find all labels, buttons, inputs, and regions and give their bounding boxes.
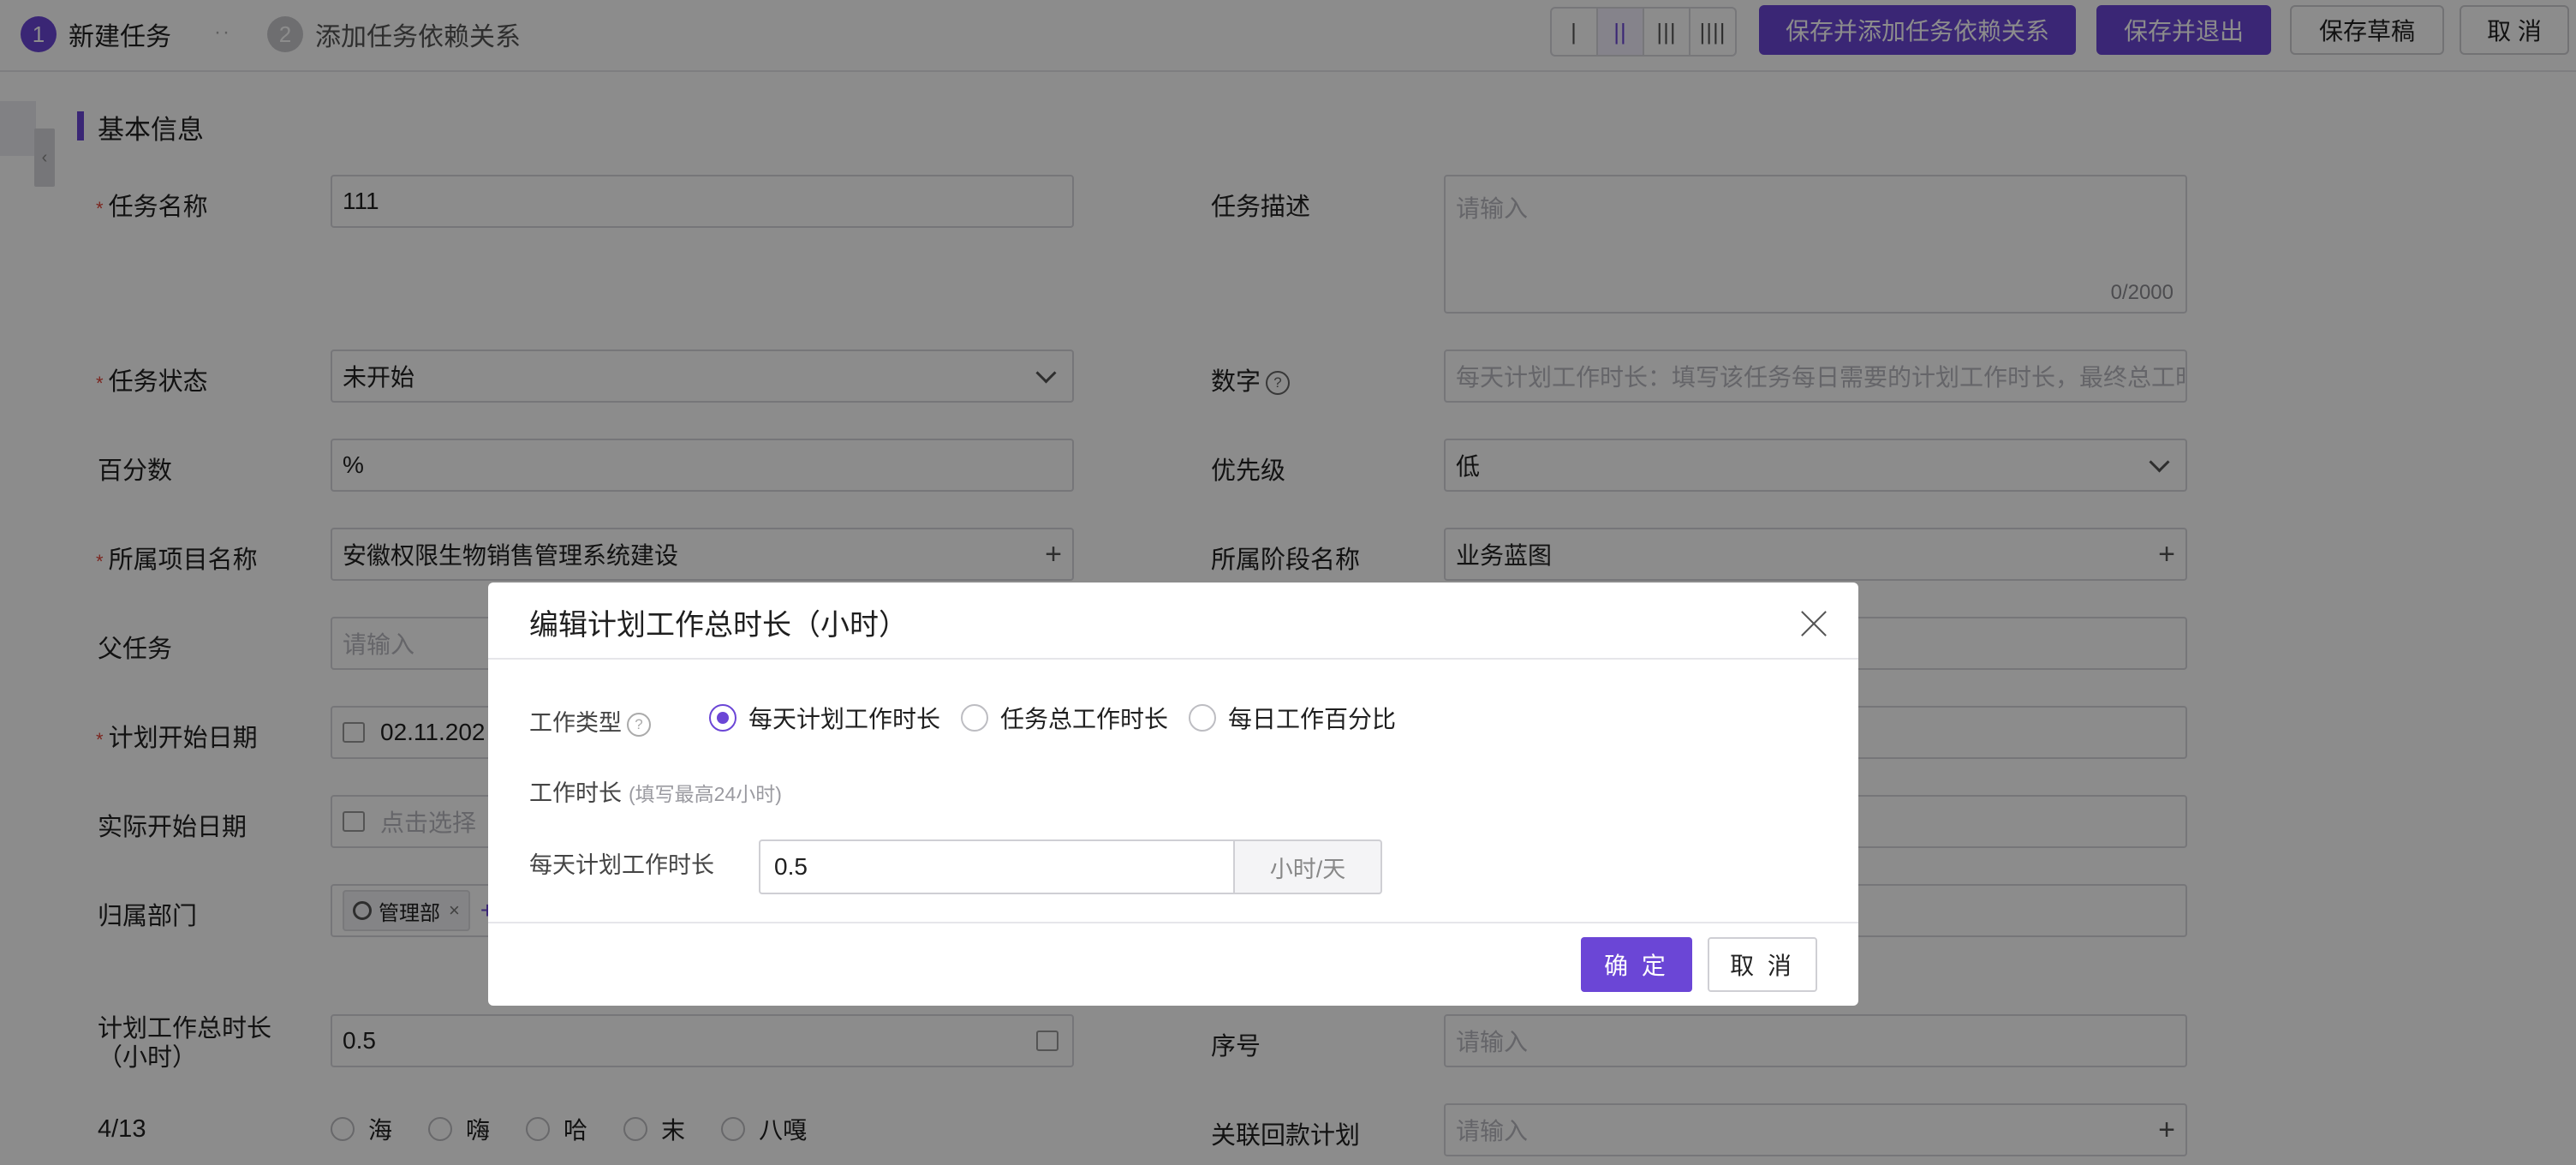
radio-circle [961,704,989,732]
work-type-percent-radio[interactable]: 每日工作百分比 [1189,701,1396,735]
modal-title: 编辑计划工作总时长（小时） [529,609,908,642]
radio-selected-dot [709,704,736,732]
modal-header-divider [488,658,1858,660]
daily-hours-label: 每天计划工作时长 [529,852,714,878]
radio-circle [1189,704,1217,732]
daily-hours-unit: 小时/天 [1233,839,1382,894]
confirm-button[interactable]: 确 定 [1581,937,1692,992]
close-icon[interactable] [1797,606,1831,641]
daily-hours-input[interactable]: 0.5 [759,839,1233,894]
work-type-total-radio[interactable]: 任务总工作时长 [961,701,1168,735]
work-type-daily-radio[interactable]: 每天计划工作时长 [709,701,940,735]
work-type-label: 工作类型? [529,704,651,738]
modal-cancel-button[interactable]: 取 消 [1708,937,1817,992]
help-icon[interactable]: ? [627,712,651,737]
modal-footer-divider [488,922,1858,923]
work-type-radio-group: 每天计划工作时长 任务总工作时长 每日工作百分比 [709,701,1416,735]
edit-hours-modal: 编辑计划工作总时长（小时） 工作类型? 每天计划工作时长 任务总工作时长 每日工… [488,582,1858,1006]
duration-label: 工作时长 (填写最高24小时) [529,780,782,806]
duration-hint: (填写最高24小时) [629,783,782,805]
